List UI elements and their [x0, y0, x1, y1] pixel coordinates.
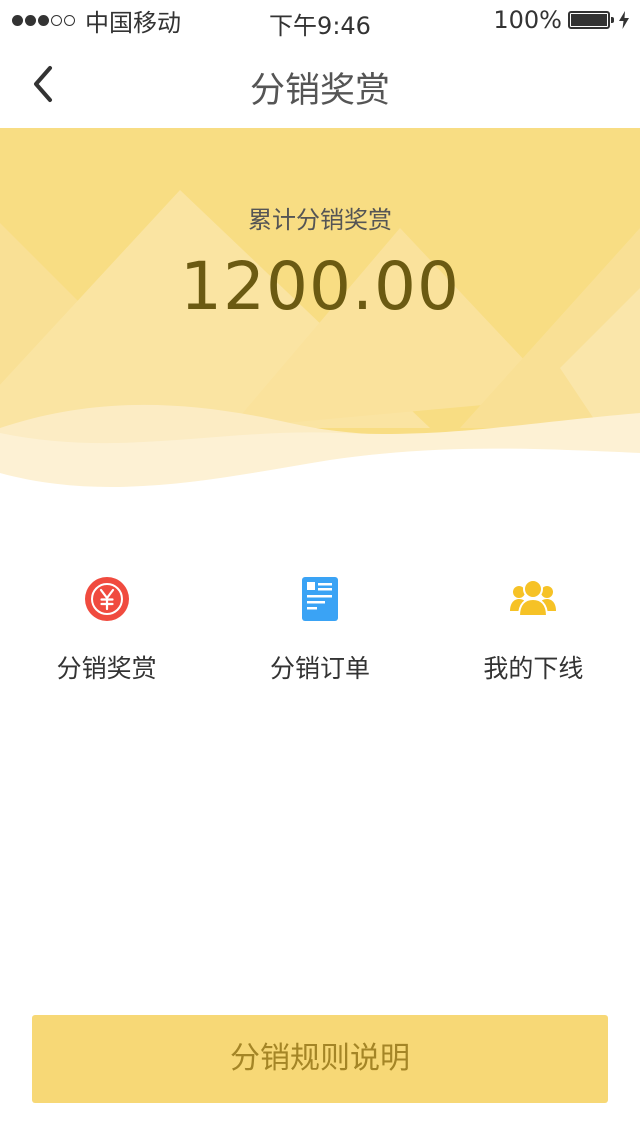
menu-label-downline: 我的下线 — [483, 654, 584, 683]
battery-percent: 100% — [493, 6, 562, 34]
page-title: 分销奖赏 — [249, 71, 390, 111]
status-bar: 中国移动 下午9:46 100% — [0, 0, 640, 40]
menu-item-orders[interactable]: 分销订单 — [213, 575, 426, 685]
menu-label-orders: 分销订单 — [269, 654, 370, 683]
menu-item-rewards[interactable]: 分销奖赏 — [0, 575, 213, 685]
total-reward-label: 累计分销奖赏 — [248, 206, 392, 234]
team-users-icon — [509, 575, 557, 623]
charging-bolt-icon — [619, 11, 629, 29]
rules-button[interactable]: 分销规则说明 — [32, 1015, 608, 1103]
battery-icon — [568, 11, 614, 29]
reward-banner: 累计分销奖赏 1200.00 — [0, 128, 640, 508]
menu-label-rewards: 分销奖赏 — [56, 654, 157, 683]
order-document-icon — [296, 575, 344, 623]
menu-item-downline[interactable]: 我的下线 — [427, 575, 640, 685]
total-reward-amount: 1200.00 — [180, 248, 460, 325]
function-menu: 分销奖赏 分销订单 我的下线 — [0, 575, 640, 685]
status-battery-group: 100% — [493, 6, 630, 34]
navigation-bar: 分销奖赏 — [0, 40, 640, 128]
yuan-coin-icon — [83, 575, 131, 623]
